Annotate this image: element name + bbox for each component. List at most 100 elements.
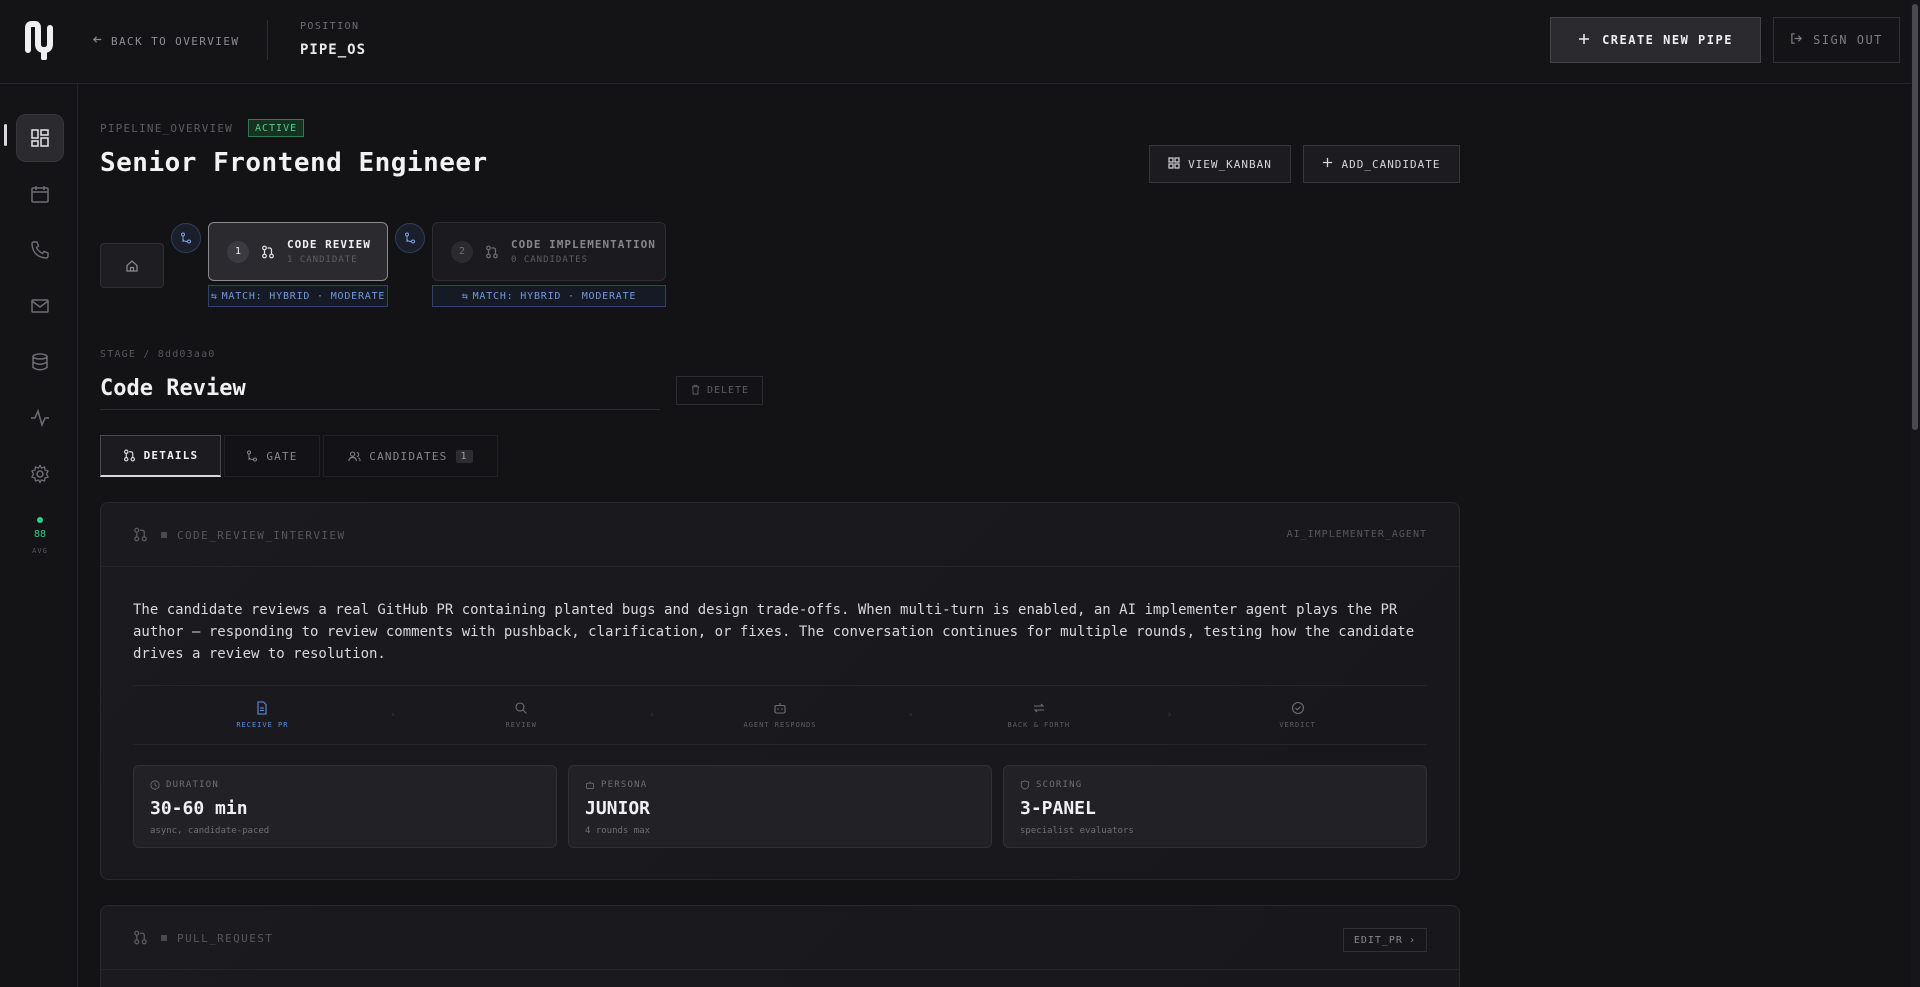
logo-icon <box>25 21 53 61</box>
stat-card-scoring: SCORING 3-PANEL specialist evaluators <box>1003 765 1427 848</box>
database-icon <box>32 353 48 371</box>
add-candidate-label: ADD_CANDIDATE <box>1341 157 1441 171</box>
back-to-overview-link[interactable]: BACK TO OVERVIEW <box>92 34 239 48</box>
flow-label: REVIEW <box>505 721 537 729</box>
stat-header: DURATION <box>150 780 219 790</box>
stat-value: 3-PANEL <box>1020 798 1096 819</box>
sidebar-item-settings[interactable] <box>16 450 64 498</box>
match-tag[interactable]: ⇆ MATCH: HYBRID · MODERATE <box>432 285 666 307</box>
stage-card-code-review[interactable]: 1 CODE REVIEW 1 CANDIDATE <box>208 222 388 281</box>
stage-title-input[interactable]: Code Review <box>100 376 660 410</box>
check-circle-icon <box>1291 701 1304 715</box>
tab-gate[interactable]: GATE <box>224 435 320 477</box>
tab-candidates[interactable]: CANDIDATES 1 <box>323 435 498 477</box>
code-review-interview-panel: CODE_REVIEW_INTERVIEW AI_IMPLEMENTER_AGE… <box>100 502 1460 880</box>
stage-name: CODE REVIEW <box>287 238 371 251</box>
panel-header: CODE_REVIEW_INTERVIEW AI_IMPLEMENTER_AGE… <box>101 503 1459 567</box>
branch-icon <box>247 450 258 462</box>
view-kanban-button[interactable]: VIEW_KANBAN <box>1149 145 1291 183</box>
tab-label: GATE <box>266 449 298 463</box>
repeat-icon <box>1033 703 1045 713</box>
pull-request-icon <box>134 930 147 945</box>
flow-step-verdict: VERDICT <box>1168 686 1427 744</box>
stage-card-code-implementation[interactable]: 2 CODE IMPLEMENTATION 0 CANDIDATES <box>432 222 666 281</box>
view-kanban-label: VIEW_KANBAN <box>1188 157 1272 171</box>
bot-icon <box>774 703 786 714</box>
plus-icon <box>1578 33 1590 48</box>
position-value: PIPE_OS <box>300 42 367 58</box>
sidebar: 88 AVG <box>0 84 78 987</box>
match-tag[interactable]: ⇆ MATCH: HYBRID · MODERATE <box>208 285 388 307</box>
panel-label: CODE_REVIEW_INTERVIEW <box>177 529 346 542</box>
swap-icon: ⇆ <box>210 290 218 302</box>
back-label: BACK TO OVERVIEW <box>111 34 240 48</box>
pipeline-home-node[interactable] <box>100 243 164 288</box>
app-logo[interactable] <box>24 20 56 61</box>
stage-name: CODE IMPLEMENTATION <box>511 238 656 251</box>
agent-label: AI_IMPLEMENTER_AGENT <box>1286 529 1427 540</box>
pull-request-icon <box>486 245 498 258</box>
file-icon <box>257 701 267 715</box>
sign-out-button[interactable]: SIGN OUT <box>1773 17 1900 63</box>
create-label: CREATE NEW PIPE <box>1602 33 1733 47</box>
stage-number: 2 <box>451 240 473 263</box>
square-marker <box>161 935 167 941</box>
plus-icon <box>1322 157 1333 171</box>
sidebar-item-activity[interactable] <box>16 394 64 442</box>
stat-subtext: 4 rounds max <box>585 826 651 836</box>
interview-description: The candidate reviews a real GitHub PR c… <box>133 602 1415 662</box>
panel-header: PULL_REQUEST EDIT_PR › <box>101 906 1459 970</box>
stat-subtext: async, candidate-paced <box>150 826 270 836</box>
candidates-count-badge: 1 <box>455 449 473 463</box>
delete-stage-button[interactable]: DELETE <box>676 376 763 405</box>
trash-icon <box>690 384 701 398</box>
avg-score: 88 <box>33 529 47 540</box>
panel-label: PULL_REQUEST <box>177 932 274 945</box>
branch-icon <box>405 232 415 244</box>
stat-value: 30-60 min <box>150 798 248 819</box>
tab-details[interactable]: DETAILS <box>100 435 221 477</box>
stat-header: SCORING <box>1020 780 1082 790</box>
sidebar-item-dashboard[interactable] <box>16 114 64 162</box>
interview-flow: RECEIVE PR › REVIEW › AGENT RESPONDS › B… <box>133 685 1427 745</box>
add-candidate-button[interactable]: ADD_CANDIDATE <box>1303 145 1460 183</box>
create-new-pipe-button[interactable]: CREATE NEW PIPE <box>1550 17 1761 63</box>
position-label: POSITION <box>300 21 360 32</box>
pipeline-overview-label: PIPELINE_OVERVIEW <box>100 122 233 135</box>
gate-node[interactable] <box>395 223 425 253</box>
match-label: MATCH: HYBRID · MODERATE <box>221 290 386 302</box>
users-icon <box>348 451 361 461</box>
clock-icon <box>150 780 160 790</box>
stat-label: SCORING <box>1036 780 1083 790</box>
stat-header: PERSONA <box>585 780 647 790</box>
avg-status-dot <box>37 517 43 523</box>
page-title: Senior Frontend Engineer <box>100 148 488 178</box>
chevron-right-icon: › <box>1408 934 1416 946</box>
gear-icon <box>31 464 49 484</box>
stat-subtext: specialist evaluators <box>1020 826 1134 836</box>
flow-step-receive-pr: RECEIVE PR › <box>133 686 396 744</box>
flow-step-back-and-forth: BACK & FORTH › <box>909 686 1172 744</box>
stat-value: JUNIOR <box>585 798 651 819</box>
stat-label: DURATION <box>166 780 219 790</box>
tab-label: DETAILS <box>143 449 199 462</box>
stat-card-duration: DURATION 30-60 min async, candidate-pace… <box>133 765 557 848</box>
stat-card-persona: PERSONA JUNIOR 4 rounds max <box>568 765 992 848</box>
grid-icon <box>1168 156 1180 172</box>
gate-node[interactable] <box>171 223 201 253</box>
sidebar-item-calls[interactable] <box>16 226 64 274</box>
activity-icon <box>31 408 49 428</box>
arrow-left-icon <box>92 34 103 48</box>
swap-icon: ⇆ <box>461 290 469 302</box>
stat-label: PERSONA <box>601 780 648 790</box>
active-indicator <box>4 124 7 146</box>
sidebar-item-database[interactable] <box>16 338 64 386</box>
phone-icon <box>31 241 49 259</box>
sidebar-item-mail[interactable] <box>16 282 64 330</box>
calendar-icon <box>31 186 49 203</box>
scrollbar-thumb[interactable] <box>1912 4 1918 430</box>
divider <box>267 20 268 60</box>
avg-label: AVG <box>32 547 48 555</box>
edit-pr-button[interactable]: EDIT_PR › <box>1342 928 1427 952</box>
sidebar-item-calendar[interactable] <box>16 170 64 218</box>
